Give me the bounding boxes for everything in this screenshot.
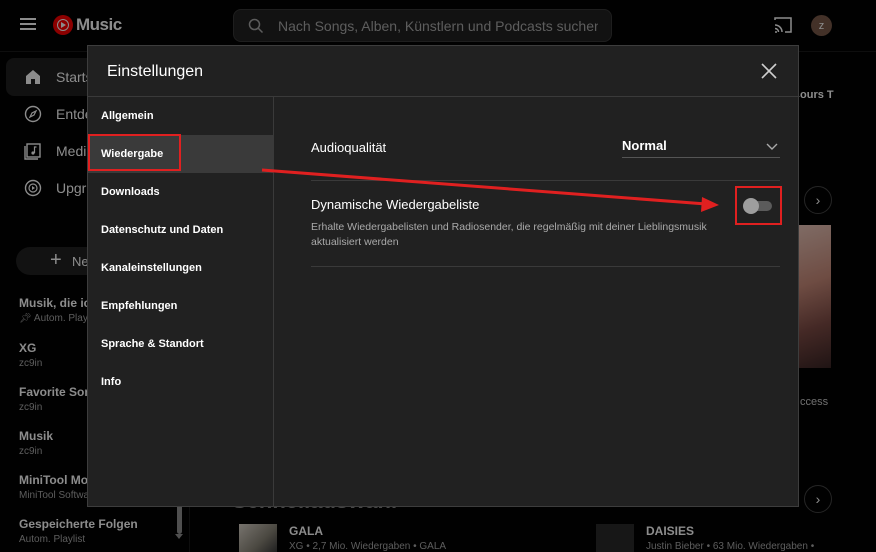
annotation-arrow-icon [261, 168, 719, 212]
